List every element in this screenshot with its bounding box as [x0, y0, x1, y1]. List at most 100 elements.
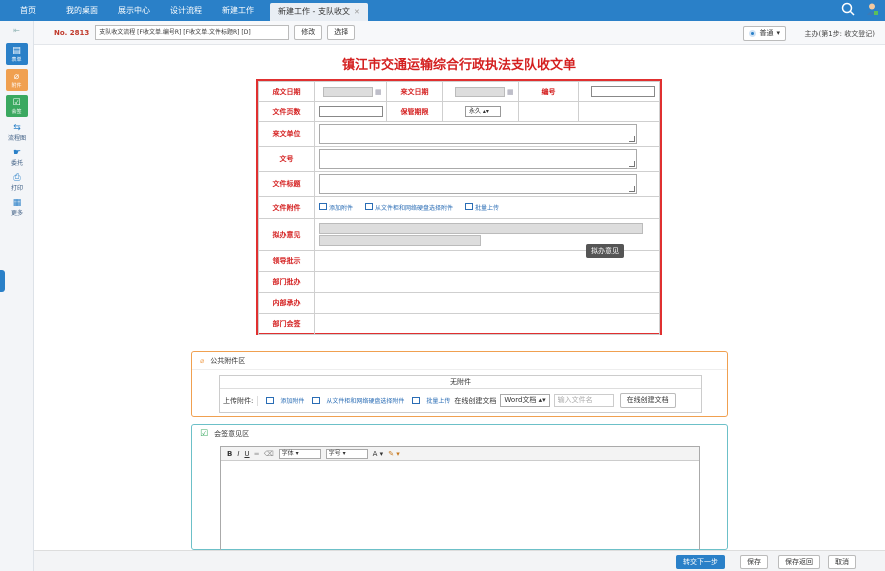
font-select[interactable]: 字体 ▾ [278, 448, 321, 459]
user-avatar-icon[interactable] [865, 2, 879, 18]
paperclip-icon: ⌀ [200, 356, 205, 365]
label-retention: 保管期限 [386, 101, 443, 122]
sidebar-btn-form[interactable]: ▤ 表单 [5, 43, 28, 65]
add-file-icon [266, 397, 275, 404]
dept-sign-cell [314, 313, 660, 335]
sidebar-item-more[interactable]: ▦ 更多 [0, 198, 34, 217]
label-date-done: 成文日期 [258, 81, 315, 102]
font-color-icon[interactable]: A ▾ [373, 450, 384, 458]
search-icon[interactable] [841, 2, 855, 18]
date-done-input[interactable] [323, 86, 373, 97]
tab-showcase[interactable]: 展示中心 [108, 0, 160, 21]
cancel-button[interactable]: 取消 [828, 555, 856, 569]
sidebar-item-print[interactable]: ⎙ 打印 [0, 173, 34, 192]
receipt-form: 成文日期 ▦ 来文日期 ▦ 编号 文件页数 保管期限 永久 ▴▾ 来文单位 文号… [256, 79, 662, 335]
editor-toolbar: B I U ═ ⌫ 字体 ▾ 字号 ▾ A ▾ ✎ ▾ [221, 447, 699, 461]
label-number: 编号 [518, 81, 579, 102]
tab-desktop[interactable]: 我的桌面 [56, 0, 108, 21]
dept-handle-cell [314, 271, 660, 293]
sidebar-btn-attachment[interactable]: ⌀ 附件 [5, 69, 28, 91]
choose-button[interactable]: 选择 [327, 25, 356, 40]
pages-input[interactable] [319, 106, 383, 117]
upload-icon [412, 397, 421, 404]
public-attachment-panel: ⌀ 公共附件区 无附件 上传附件: 添加附件 从文件柜和网络硬盘选择附件 批量上传… [191, 351, 728, 417]
cabinet-icon [365, 203, 374, 210]
sidebar-btn-countersign[interactable]: ☑ 会签 [5, 95, 28, 117]
collapse-icon[interactable]: ⇤ [0, 21, 33, 39]
sidebar-item-flowchart[interactable]: ⇆ 流程图 [0, 123, 34, 142]
add-attachment-link[interactable]: 添加附件 [319, 203, 353, 212]
unit-textarea[interactable] [319, 124, 637, 144]
calendar-icon[interactable]: ▦ [507, 88, 514, 96]
add-file-icon [319, 203, 327, 210]
retention-select[interactable]: 永久 ▴▾ [465, 106, 501, 117]
opinion-tooltip: 拟办意见 [586, 244, 624, 258]
public-add-link[interactable]: 添加附件 [262, 396, 304, 405]
filename-input[interactable]: 输入文件名 [553, 394, 614, 407]
public-attachment-table: 无附件 上传附件: 添加附件 从文件柜和网络硬盘选择附件 批量上传 在线创建文档… [219, 375, 702, 413]
tab-home[interactable]: 首页 [0, 0, 56, 21]
underline-icon[interactable]: U [244, 450, 249, 458]
public-net-link[interactable]: 从文件柜和网络硬盘选择附件 [308, 396, 404, 405]
online-create-button[interactable]: 在线创建文档 [619, 393, 676, 408]
opinion-bar [319, 234, 481, 246]
strikethrough-icon[interactable]: ═ [255, 450, 259, 458]
edit-button[interactable]: 修改 [294, 25, 323, 40]
save-return-button[interactable]: 保存返回 [778, 555, 820, 569]
tab-design-flow[interactable]: 设计流程 [160, 0, 212, 21]
mode-dropdown[interactable]: 普通 ▾ [743, 26, 786, 41]
sidebar-item-flowchart-label: 流程图 [7, 135, 26, 142]
font-select-label: 字体 [281, 449, 294, 457]
italic-icon[interactable]: I [237, 450, 239, 458]
number-input[interactable] [591, 86, 655, 97]
grid-icon: ▦ [12, 198, 22, 208]
net-attachment-label: 从文件柜和网络硬盘选择附件 [375, 205, 454, 212]
sidebar-item-delegate[interactable]: ☛ 委托 [0, 148, 34, 167]
calendar-icon[interactable]: ▦ [375, 88, 382, 96]
public-batch-link[interactable]: 批量上传 [408, 396, 450, 405]
sidebar: ⇤ ▤ 表单 ⌀ 附件 ☑ 会签 ⇆ 流程图 ☛ 委托 ⎙ 打印 ▦ 更多 [0, 21, 34, 571]
sidebar-btn-attachment-label: 附件 [11, 82, 22, 89]
no-attachment-text: 无附件 [220, 376, 701, 389]
close-icon[interactable]: ✕ [354, 3, 360, 21]
sidebar-drag-handle[interactable] [0, 270, 5, 292]
label-dept-sign: 部门会签 [258, 313, 315, 335]
sidebar-item-print-label: 打印 [10, 185, 23, 192]
batch-upload-link[interactable]: 批量上传 [465, 203, 499, 212]
sidebar-item-delegate-label: 委托 [10, 160, 23, 167]
size-select[interactable]: 字号 ▾ [325, 448, 368, 459]
rich-text-editor[interactable]: B I U ═ ⌫ 字体 ▾ 字号 ▾ A ▾ ✎ ▾ [220, 446, 700, 552]
check-icon: ☑ [12, 97, 21, 108]
flow-name-field[interactable]: 支队收文流程 [F收文单.编号R] [F收文单.文件标题R] [D] [95, 25, 290, 40]
bold-icon[interactable]: B [227, 450, 232, 458]
countersign-panel: ☑ 会签意见区 B I U ═ ⌫ 字体 ▾ 字号 ▾ A ▾ ✎ ▾ [191, 424, 728, 552]
next-step-button[interactable]: 转交下一步 [676, 555, 725, 569]
internal-cell [314, 292, 660, 314]
tab-active[interactable]: 新建工作 - 支队收文 ✕ [270, 3, 368, 21]
doc-title-textarea[interactable] [319, 174, 637, 194]
online-create-label: 在线创建文档 [454, 396, 497, 405]
add-attachment-label: 添加附件 [329, 205, 354, 212]
mode-label: 普通 [759, 29, 774, 37]
public-net-label: 从文件柜和网络硬盘选择附件 [326, 398, 405, 405]
tab-new-work[interactable]: 新建工作 [212, 0, 264, 21]
label-doc-no: 文号 [258, 146, 315, 172]
label-dept-handle: 部门批办 [258, 271, 315, 293]
flowchart-icon: ⇆ [13, 123, 21, 133]
clear-format-icon[interactable]: ⌫ [264, 450, 274, 458]
opinion-textarea[interactable] [319, 222, 643, 234]
doc-type-value: Word文档 [504, 396, 537, 404]
footer-bar: 转交下一步 保存 保存返回 取消 [34, 550, 885, 571]
date-in-input[interactable] [455, 86, 505, 97]
net-attachment-link[interactable]: 从文件柜和网络硬盘选择附件 [365, 203, 453, 212]
label-pages: 文件页数 [258, 101, 315, 122]
countersign-title: 会签意见区 [214, 430, 250, 438]
upload-label: 上传附件: [223, 395, 259, 406]
upload-icon [465, 203, 474, 210]
save-button[interactable]: 保存 [740, 555, 768, 569]
top-nav: 首页 我的桌面 展示中心 设计流程 新建工作 新建工作 - 支队收文 ✕ [0, 0, 885, 21]
highlight-icon[interactable]: ✎ ▾ [388, 450, 400, 458]
doc-type-select[interactable]: Word文档 ▴▾ [500, 394, 550, 407]
check-icon: ☑ [200, 429, 209, 439]
doc-no-textarea[interactable] [319, 149, 637, 169]
